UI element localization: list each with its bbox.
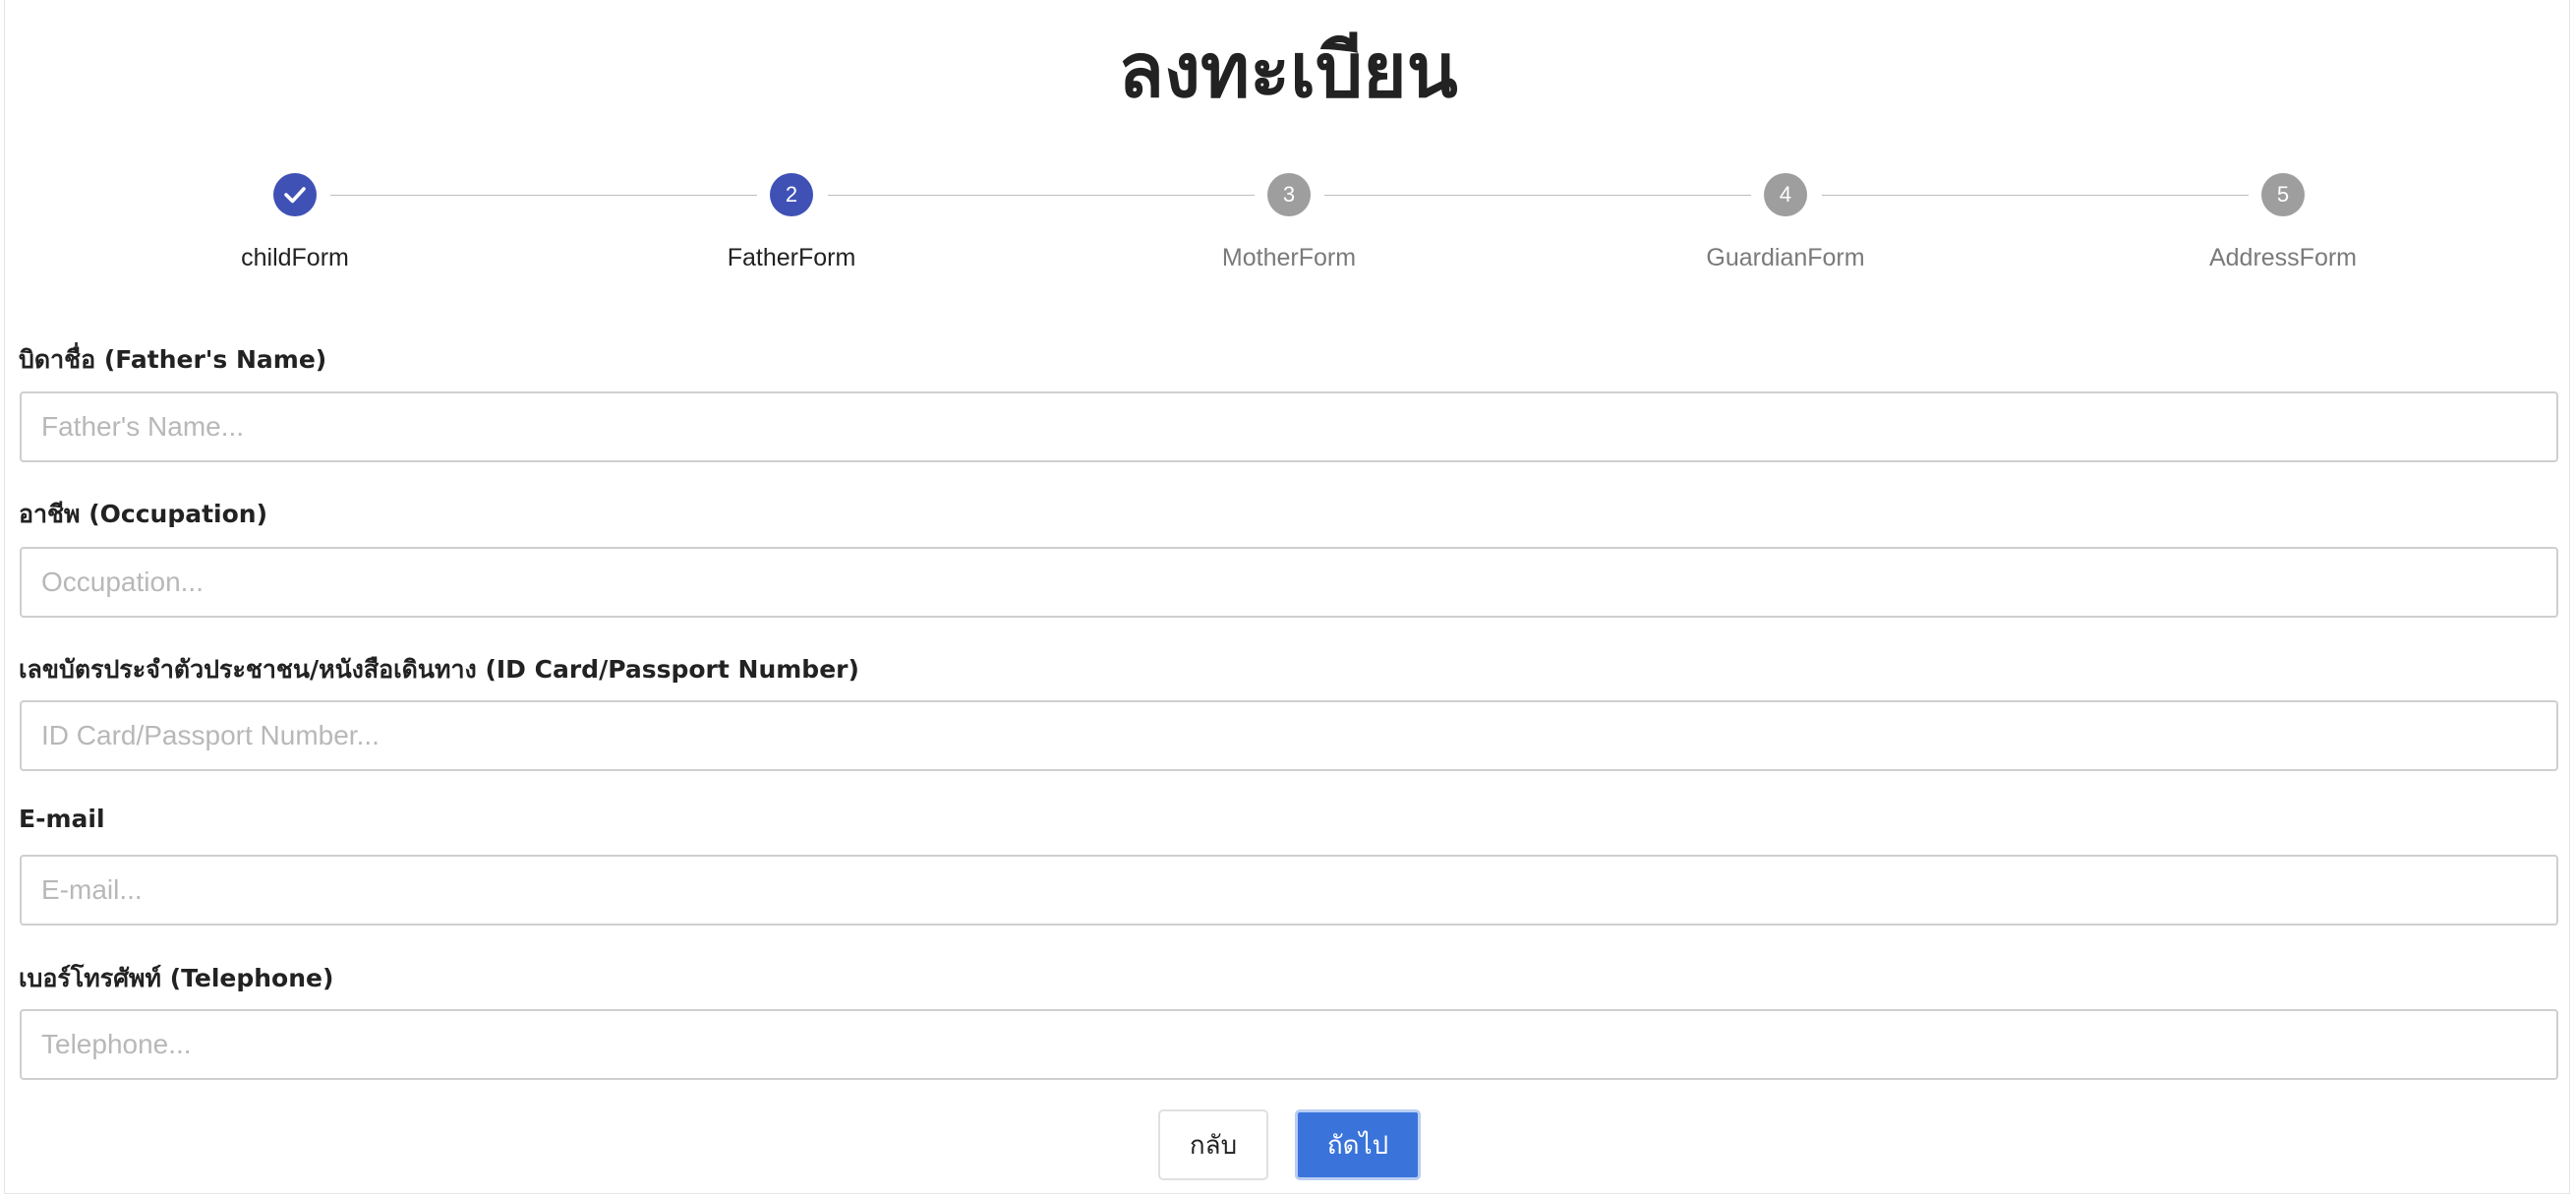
step-label: AddressForm: [2208, 244, 2358, 271]
step-father-form[interactable]: 2 FatherForm: [644, 167, 939, 285]
step-circle-done: [273, 173, 317, 216]
father-name-input[interactable]: [20, 391, 2558, 462]
id-card-input[interactable]: [20, 700, 2558, 771]
step-number: 2: [770, 173, 813, 216]
stepper: childForm 2 FatherForm 3 MotherForm 4 Gu…: [0, 167, 2576, 285]
occupation-input[interactable]: [20, 547, 2558, 618]
step-number: 3: [1267, 173, 1311, 216]
email-label: E-mail: [19, 805, 105, 833]
father-name-label: บิดาชื่อ (Father's Name): [19, 345, 327, 374]
page-title: ลงทะเบียน: [1118, 27, 1458, 114]
back-button[interactable]: กลับ: [1158, 1109, 1268, 1180]
step-guardian-form[interactable]: 4 GuardianForm: [1638, 167, 1933, 285]
step-label: MotherForm: [1221, 244, 1357, 271]
step-label: GuardianForm: [1706, 244, 1865, 271]
email-input[interactable]: [20, 855, 2558, 926]
telephone-label: เบอร์โทรศัพท์ (Telephone): [19, 964, 334, 992]
next-button[interactable]: ถัดไป: [1295, 1109, 1421, 1180]
id-card-label: เลขบัตรประจำตัวประชาชน/หนังสือเดินทาง (I…: [19, 655, 859, 684]
step-number: 4: [1764, 173, 1807, 216]
telephone-input[interactable]: [20, 1009, 2558, 1080]
step-label: childForm: [241, 244, 349, 271]
check-icon: [284, 187, 306, 204]
step-child-form[interactable]: childForm: [147, 167, 442, 285]
step-number: 5: [2261, 173, 2305, 216]
step-address-form[interactable]: 5 AddressForm: [2136, 167, 2430, 285]
occupation-label: อาชีพ (Occupation): [19, 500, 268, 528]
step-label: FatherForm: [727, 244, 856, 271]
step-mother-form[interactable]: 3 MotherForm: [1142, 167, 1436, 285]
